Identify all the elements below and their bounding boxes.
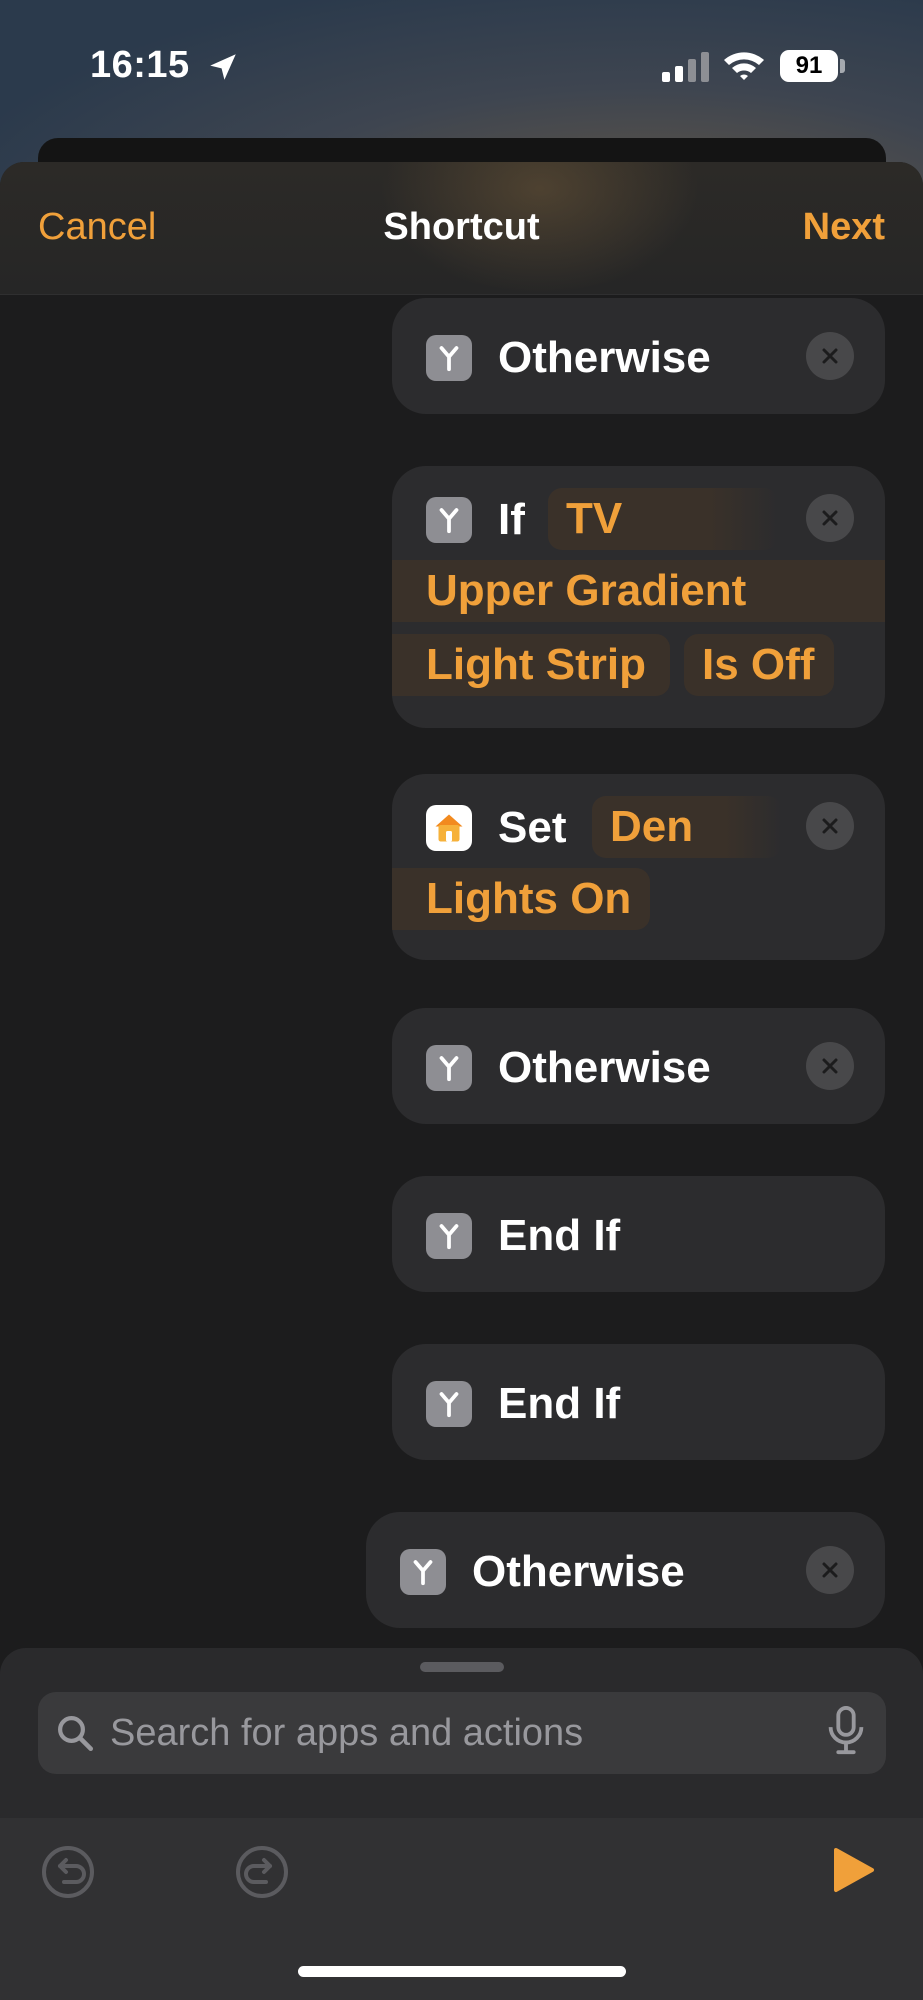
page-title: Shortcut [383,206,540,248]
home-icon [426,805,472,851]
search-icon [54,1712,96,1759]
action-otherwise[interactable]: Otherwise [392,298,885,414]
if-branch-icon [426,497,472,543]
action-otherwise[interactable]: Otherwise [366,1512,885,1628]
action-keyword: End If [498,1379,621,1428]
action-otherwise[interactable]: Otherwise [392,1008,885,1124]
device-parameter-line[interactable]: Upper Gradient [392,560,885,622]
close-icon[interactable] [806,1042,854,1090]
close-icon[interactable] [806,332,854,380]
if-branch-icon [400,1549,446,1595]
action-if[interactable]: If TV Upper Gradient Light Strip Is Off [392,466,885,728]
if-branch-icon [426,1045,472,1091]
home-indicator[interactable] [298,1966,626,1977]
if-branch-icon [426,1213,472,1259]
state-parameter[interactable]: Lights On [392,868,650,930]
action-end-if[interactable]: End If [392,1344,885,1460]
status-bar: 16:15 91 [0,0,923,130]
accessory-parameter[interactable]: Den [592,796,782,858]
battery-icon: 91 [780,50,838,82]
cellular-signal-icon [662,52,710,87]
device-parameter-line[interactable]: Light Strip [392,634,670,696]
search-input[interactable]: Search for apps and actions [110,1712,583,1755]
battery-level: 91 [795,52,823,79]
undo-icon[interactable] [40,1844,96,1905]
status-time: 16:15 [90,44,190,86]
close-icon[interactable] [806,802,854,850]
device-parameter[interactable]: TV [548,488,778,550]
if-branch-icon [426,1381,472,1427]
sheet-grabber[interactable] [420,1662,504,1672]
microphone-icon[interactable] [826,1706,866,1761]
location-arrow-icon [206,50,240,89]
action-keyword: Otherwise [472,1547,685,1596]
wifi-icon [722,48,766,87]
action-keyword: Otherwise [498,333,711,382]
redo-icon[interactable] [234,1844,290,1905]
battery-tip [840,59,845,73]
if-branch-icon [426,335,472,381]
action-keyword: If [498,495,525,544]
play-icon[interactable] [832,1846,876,1899]
condition-parameter[interactable]: Is Off [684,634,834,696]
action-keyword: End If [498,1211,621,1260]
action-keyword: Otherwise [498,1043,711,1092]
close-icon[interactable] [806,494,854,542]
close-icon[interactable] [806,1546,854,1594]
action-end-if[interactable]: End If [392,1176,885,1292]
action-keyword: Set [498,803,567,852]
action-set-home[interactable]: Set Den Lights On [392,774,885,960]
next-button[interactable]: Next [803,206,885,249]
